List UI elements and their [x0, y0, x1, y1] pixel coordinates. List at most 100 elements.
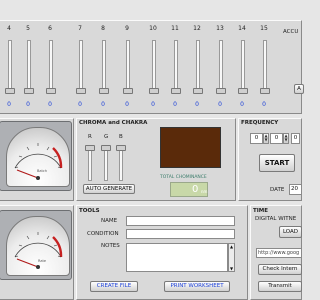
- condition-label: CONDITION: [87, 231, 119, 237]
- total-chrominance-value: 0: [192, 184, 199, 195]
- channel-label: 4: [7, 25, 11, 32]
- channel-value: 0: [218, 101, 222, 108]
- channel-slider[interactable]: [152, 40, 156, 92]
- load-button[interactable]: LOAD: [279, 226, 302, 238]
- channel-slider-thumb[interactable]: [123, 88, 133, 94]
- channel-value: 0: [173, 101, 177, 108]
- channel-slider[interactable]: [196, 40, 200, 92]
- r-slider-thumb[interactable]: [85, 145, 95, 151]
- channel-value: 0: [151, 101, 155, 108]
- name-field[interactable]: [126, 216, 235, 226]
- date-field[interactable]: 20: [289, 184, 302, 195]
- channel-label: 10: [149, 25, 157, 32]
- r-label: R: [88, 134, 92, 140]
- total-chrominance-unit: nm: [201, 189, 208, 194]
- gauge-top-caption: Batch: [37, 169, 48, 173]
- analog-meter-top: [0, 121, 72, 191]
- channel-value: 0: [7, 101, 11, 108]
- channel-slider-thumb[interactable]: [99, 88, 109, 94]
- digital-witness-label: DIGITAL WITNE: [255, 216, 297, 222]
- channel-slider-thumb[interactable]: [216, 88, 226, 94]
- channel-label: 15: [260, 25, 268, 32]
- channel-value: 0: [125, 101, 129, 108]
- channel-slider[interactable]: [8, 40, 12, 92]
- meter-dial-top: [14, 143, 63, 180]
- auto-generate-button[interactable]: AUTO GENERATE: [83, 184, 135, 194]
- start-button[interactable]: START: [259, 154, 295, 172]
- notes-scrollbar[interactable]: ▲ ▼: [228, 243, 235, 272]
- channel-slider-thumb[interactable]: [5, 88, 15, 94]
- g-slider-thumb[interactable]: [101, 145, 111, 151]
- frequency-spin-2-value: 0: [274, 135, 279, 141]
- meter-dial-bottom: [14, 232, 63, 269]
- frequency-spin-2-arrows[interactable]: ▲ ▼: [283, 133, 289, 144]
- analog-meter-bottom: [0, 210, 72, 280]
- channel-slider-thumb[interactable]: [76, 88, 86, 94]
- channel-slider-thumb[interactable]: [260, 88, 270, 94]
- channel-value: 0: [101, 101, 105, 108]
- right-edge-button[interactable]: A: [294, 84, 304, 94]
- channel-value: 0: [48, 101, 52, 108]
- g-label: G: [104, 134, 109, 140]
- channel-slider[interactable]: [27, 40, 31, 92]
- notes-textarea[interactable]: [126, 243, 228, 272]
- create-file-button[interactable]: CREATE FILE: [90, 281, 138, 292]
- frequency-spin-1-arrows[interactable]: ▲ ▼: [263, 133, 269, 144]
- accum-label: ACCU: [283, 29, 299, 35]
- channel-value: 0: [78, 101, 82, 108]
- check-internet-button[interactable]: Check Intern: [258, 264, 302, 275]
- channel-slider-thumb[interactable]: [149, 88, 159, 94]
- gauge-bottom-caption: Rate: [38, 259, 47, 263]
- channel-value: 0: [240, 101, 244, 108]
- scroll-up-icon[interactable]: ▲: [229, 244, 234, 249]
- channel-slider[interactable]: [49, 40, 53, 92]
- channel-slider[interactable]: [79, 40, 83, 92]
- frequency-spin-3-value: 0: [293, 135, 298, 141]
- frequency-title: FREQUENCY: [241, 120, 279, 126]
- channel-label: 9: [125, 25, 129, 32]
- b-slider-thumb[interactable]: [116, 145, 126, 151]
- channel-slider[interactable]: [219, 40, 223, 92]
- channel-slider-thumb[interactable]: [238, 88, 248, 94]
- tools-title: TOOLS: [79, 208, 100, 214]
- channel-value: 0: [262, 101, 266, 108]
- channel-slider[interactable]: [102, 40, 106, 92]
- time-title: TIME: [253, 208, 269, 214]
- color-swatch: [160, 127, 221, 168]
- chroma-title: CHROMA and CHAKRA: [79, 120, 148, 126]
- channel-label: 8: [101, 25, 105, 32]
- transmit-button[interactable]: Transmit: [258, 281, 302, 292]
- channel-label: 7: [78, 25, 82, 32]
- channel-label: 5: [26, 25, 30, 32]
- frequency-spin-3[interactable]: 0: [291, 133, 300, 144]
- channel-slider-thumb[interactable]: [193, 88, 203, 94]
- channel-value: 0: [26, 101, 30, 108]
- channel-slider[interactable]: [126, 40, 130, 92]
- total-chrominance-label: TOTAL CHOMINANCE: [160, 175, 207, 180]
- channel-slider[interactable]: [241, 40, 245, 92]
- channel-label: 13: [216, 25, 224, 32]
- print-worksheet-button[interactable]: PRINT WORKSHEET: [164, 281, 230, 292]
- channel-value: 0: [195, 101, 199, 108]
- frequency-spin-1-value: 0: [254, 135, 259, 141]
- date-label: DATE: [270, 187, 285, 193]
- scroll-down-icon[interactable]: ▼: [229, 266, 234, 271]
- channel-slider-thumb[interactable]: [171, 88, 181, 94]
- total-chrominance-display: 0 nm: [170, 182, 208, 197]
- channel-label: 14: [238, 25, 246, 32]
- url-field[interactable]: http://www.goog: [256, 248, 302, 258]
- b-label: B: [119, 134, 123, 140]
- channel-label: 6: [48, 25, 52, 32]
- frequency-spin-1[interactable]: 0: [250, 133, 263, 144]
- channel-slider-thumb[interactable]: [46, 88, 56, 94]
- channel-label: 12: [193, 25, 201, 32]
- condition-field[interactable]: [126, 229, 235, 239]
- channel-slider-thumb[interactable]: [24, 88, 34, 94]
- channel-label: 11: [171, 25, 179, 32]
- channel-slider[interactable]: [174, 40, 178, 92]
- frequency-spin-2[interactable]: 0: [270, 133, 283, 144]
- channel-slider[interactable]: [263, 40, 267, 92]
- channel-slider-panel: [0, 20, 302, 114]
- name-label: NAME: [101, 218, 118, 224]
- notes-label: NOTES: [101, 243, 120, 249]
